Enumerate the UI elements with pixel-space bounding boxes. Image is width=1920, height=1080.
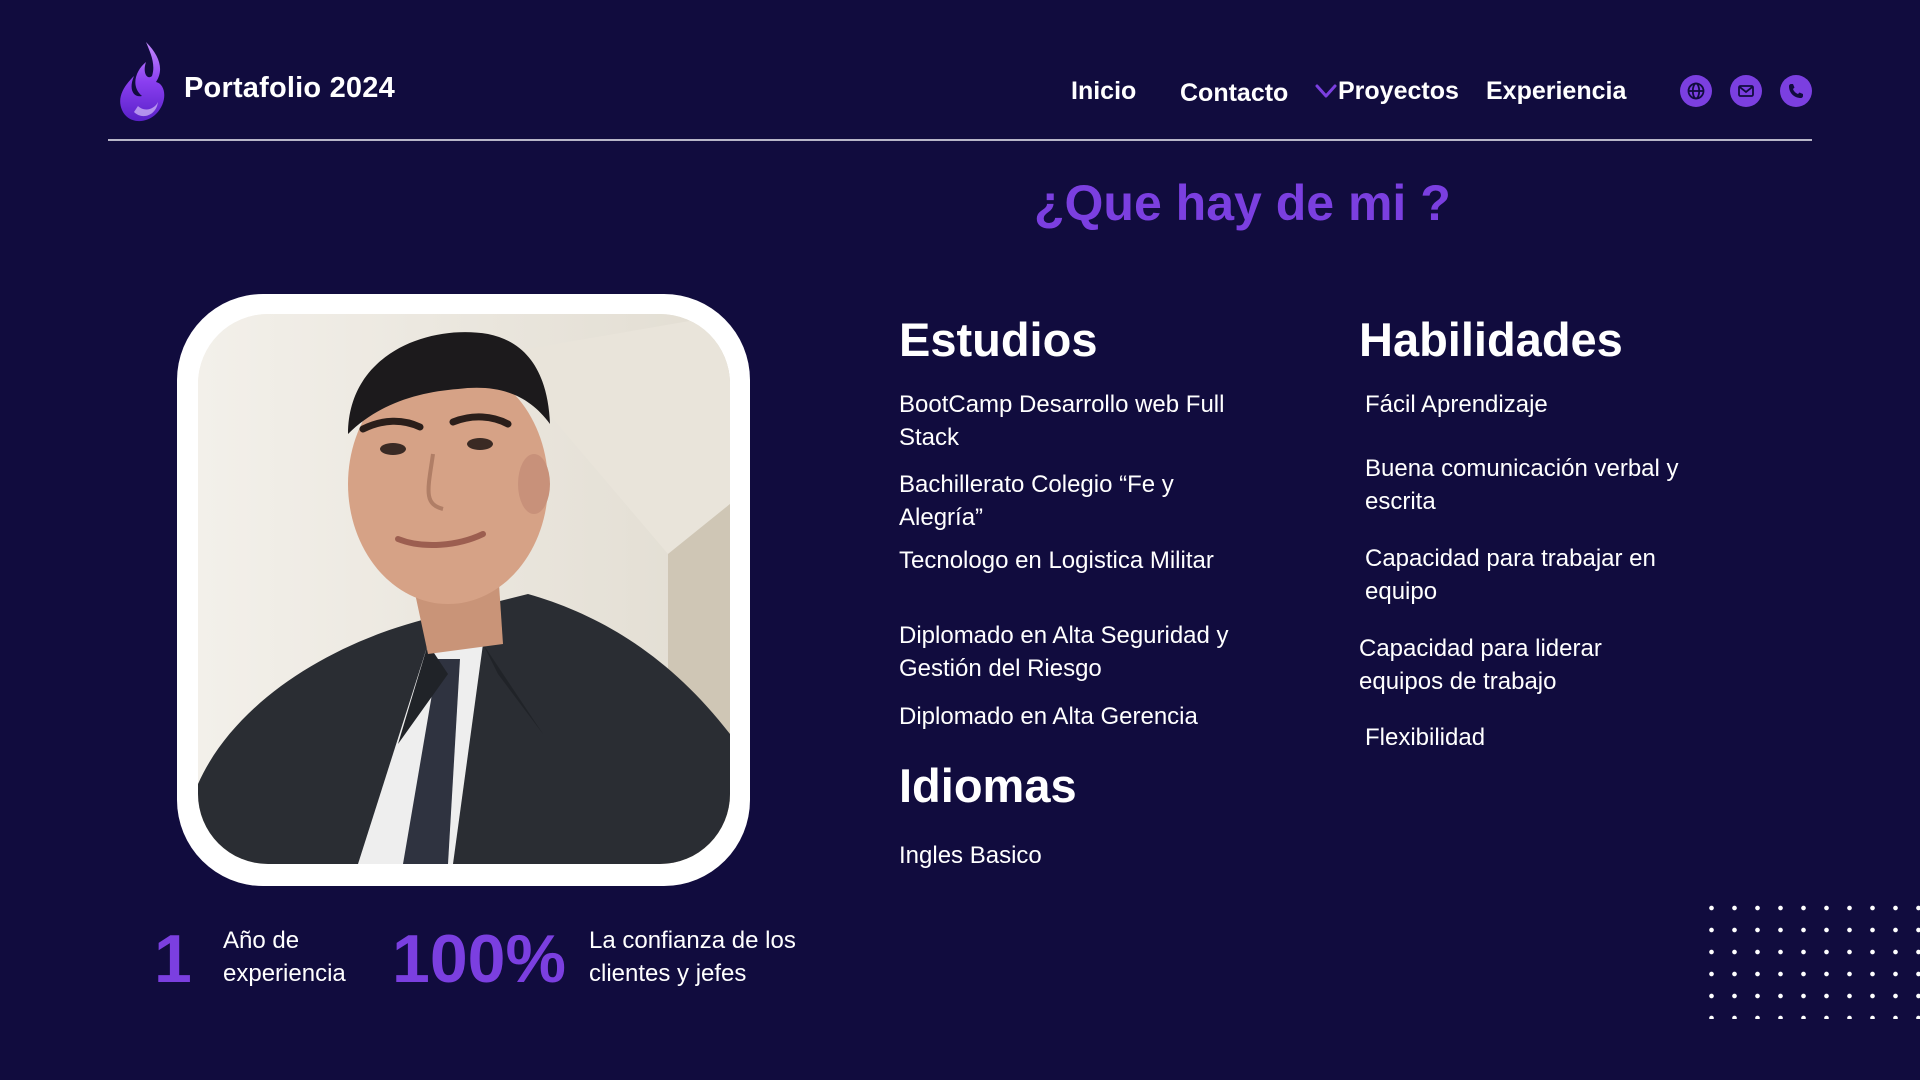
chevron-down-icon[interactable] [1314, 82, 1338, 100]
phone-icon[interactable] [1780, 75, 1812, 107]
habilidades-item: Buena comunicación verbal y escrita [1365, 455, 1679, 515]
habilidades-item: Flexibilidad [1365, 724, 1486, 751]
header-divider [108, 139, 1812, 141]
estudios-item: Bachillerato Colegio “Fe y Alegría” [899, 471, 1174, 531]
habilidades-item: Capacidad para liderar equipos de trabaj… [1359, 635, 1602, 695]
estudios-item: Diplomado en Alta Seguridad y Gestión de… [899, 622, 1229, 682]
habilidades-title: Habilidades [1359, 313, 1623, 366]
stat-trust-value: 100% [392, 921, 566, 997]
decorative-dot-grid [1700, 897, 1920, 1019]
profile-photo [198, 314, 730, 864]
logo-flame-icon [116, 40, 172, 128]
stat-trust-label: La confianza de los clientes y jefes [589, 927, 796, 987]
mail-icon[interactable] [1730, 75, 1762, 107]
estudios-item: BootCamp Desarrollo web Full Stack [899, 391, 1225, 451]
estudios-title: Estudios [899, 313, 1098, 366]
estudios-item: Tecnologo en Logistica Militar [899, 547, 1214, 574]
brand-title: Portafolio 2024 [184, 72, 395, 104]
globe-icon[interactable] [1680, 75, 1712, 107]
nav-experiencia[interactable]: Experiencia [1486, 77, 1626, 106]
section-headline: ¿Que hay de mi ? [1034, 175, 1451, 231]
idiomas-item: Ingles Basico [899, 842, 1042, 869]
stat-years-value: 1 [154, 921, 192, 997]
stat-years-label: Año de experiencia [223, 927, 346, 987]
idiomas-title: Idiomas [899, 759, 1077, 812]
estudios-item: Diplomado en Alta Gerencia [899, 703, 1198, 730]
habilidades-item: Fácil Aprendizaje [1365, 391, 1548, 418]
nav-proyectos[interactable]: Proyectos [1338, 77, 1459, 106]
nav-inicio[interactable]: Inicio [1071, 77, 1136, 106]
habilidades-item: Capacidad para trabajar en equipo [1365, 545, 1656, 605]
nav-contacto[interactable]: Contacto [1180, 79, 1288, 108]
